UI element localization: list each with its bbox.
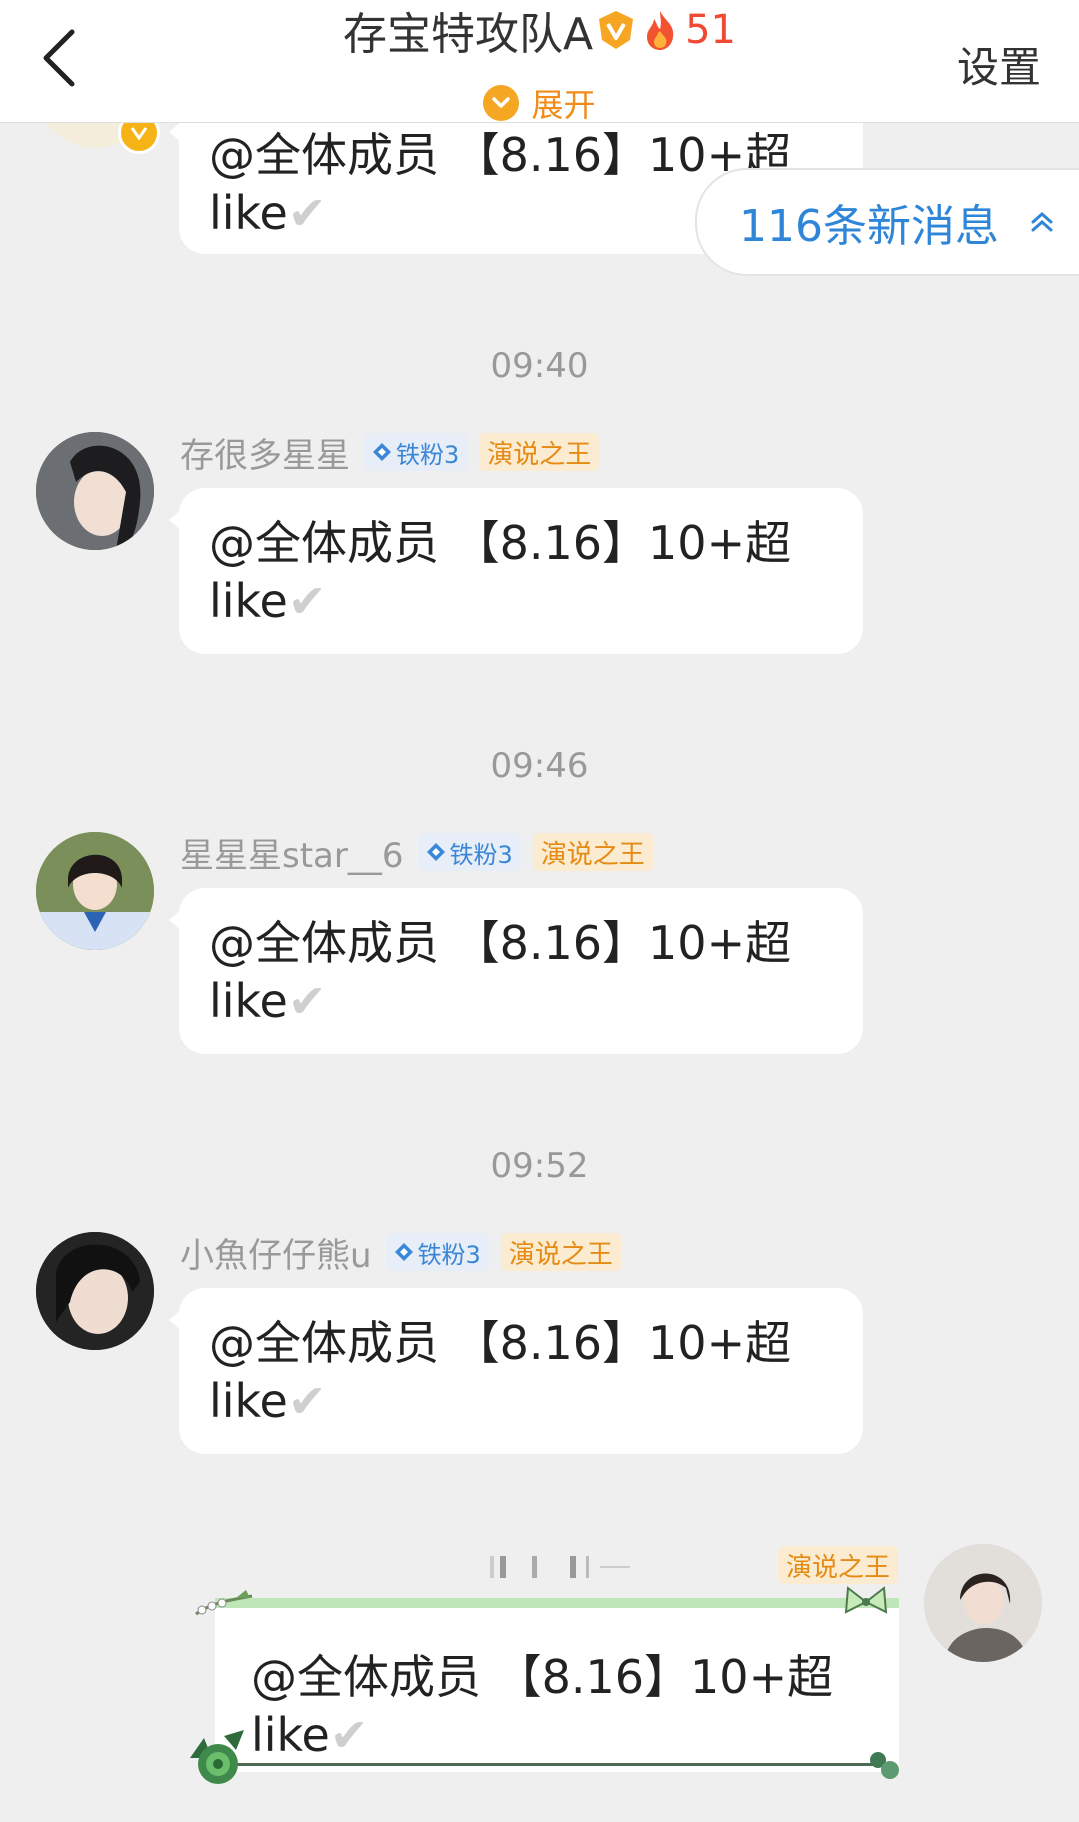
expand-toggle[interactable]: 展开 (0, 80, 1079, 126)
fire-icon (643, 9, 677, 51)
message-bubble[interactable]: @全体成员 【8.16】10+超 like✔ (169, 888, 863, 1054)
diamond-icon (394, 1243, 413, 1261)
message-text-line2: like (251, 1708, 330, 1762)
new-messages-label: 116条新消息 (739, 201, 999, 252)
message-text: @全体成员 【8.16】10+超 (209, 916, 792, 970)
chat-header: 存宝特攻队A 51 展开 设置 (0, 0, 1079, 126)
sender-name[interactable]: 存很多星星 (180, 428, 350, 477)
chevron-down-icon (483, 85, 520, 121)
fan-level-badge: 铁粉3 (385, 1233, 489, 1271)
new-messages-button[interactable]: 116条新消息 (695, 168, 1079, 276)
rose-decor-icon (184, 1728, 254, 1792)
check-icon: ✔ (287, 1374, 327, 1428)
timestamp: 09:52 (490, 1146, 589, 1186)
my-name-barcode (450, 1550, 640, 1582)
message-text-line2: like (209, 974, 288, 1028)
title-badge: 演说之王 (532, 833, 653, 871)
avatar[interactable] (36, 1232, 154, 1350)
fire-count: 51 (685, 7, 736, 53)
check-icon: ✔ (287, 186, 327, 240)
bow-decor-icon (842, 1582, 890, 1622)
message-text: @全体成员 【8.16】10+超 (209, 516, 792, 570)
expand-label: 展开 (531, 86, 596, 124)
bubble-frame-line (235, 1763, 879, 1766)
check-icon: ✔ (287, 974, 327, 1028)
diamond-icon (426, 843, 445, 861)
message-bubble[interactable]: @全体成员 【8.16】10+超 like✔ (169, 1288, 863, 1454)
sender-name-row: 星星星star__6 铁粉3 演说之王 (180, 828, 653, 877)
message-text-line2: like (209, 186, 288, 240)
group-title[interactable]: 存宝特攻队A 51 (343, 2, 736, 60)
avatar[interactable] (36, 832, 154, 950)
message-bubble[interactable]: @全体成员 【8.16】10+超 like✔ (169, 488, 863, 654)
title-badge: 演说之王 (778, 1546, 899, 1584)
diamond-icon (373, 443, 391, 461)
timestamp: 09:40 (490, 346, 589, 386)
check-icon: ✔ (329, 1708, 369, 1762)
sender-name-row: 小魚仔仔熊u 铁粉3 演说之王 (180, 1228, 621, 1277)
sender-name[interactable]: 小魚仔仔熊u (180, 1228, 372, 1277)
my-message-bubble[interactable]: @全体成员 【8.16】10+超 like✔ (215, 1598, 899, 1772)
pearl-branch-decor-icon (192, 1588, 256, 1624)
group-name: 存宝特攻队A (342, 9, 594, 60)
my-avatar[interactable] (924, 1544, 1042, 1662)
message-text: @全体成员 【8.16】10+超 (209, 1316, 792, 1370)
verified-badge-icon (597, 10, 635, 50)
title-badge: 演说之王 (479, 433, 600, 471)
sender-name[interactable]: 星星星star__6 (180, 828, 404, 877)
fan-level-badge: 铁粉3 (364, 433, 468, 471)
message-text-line2: like (209, 574, 288, 628)
fan-level-badge: 铁粉3 (417, 833, 521, 871)
sender-name-row: 存很多星星 铁粉3 演说之王 (180, 428, 600, 477)
settings-button[interactable]: 设置 (957, 34, 1041, 95)
timestamp: 09:46 (490, 746, 589, 786)
message-text: @全体成员 【8.16】10+超 (251, 1650, 834, 1704)
double-chevron-up-icon (1031, 211, 1053, 232)
avatar[interactable] (36, 432, 154, 550)
message-text-line2: like (209, 1374, 288, 1428)
berry-decor-icon (864, 1746, 904, 1782)
title-badge: 演说之王 (500, 1233, 621, 1271)
check-icon: ✔ (287, 574, 327, 628)
